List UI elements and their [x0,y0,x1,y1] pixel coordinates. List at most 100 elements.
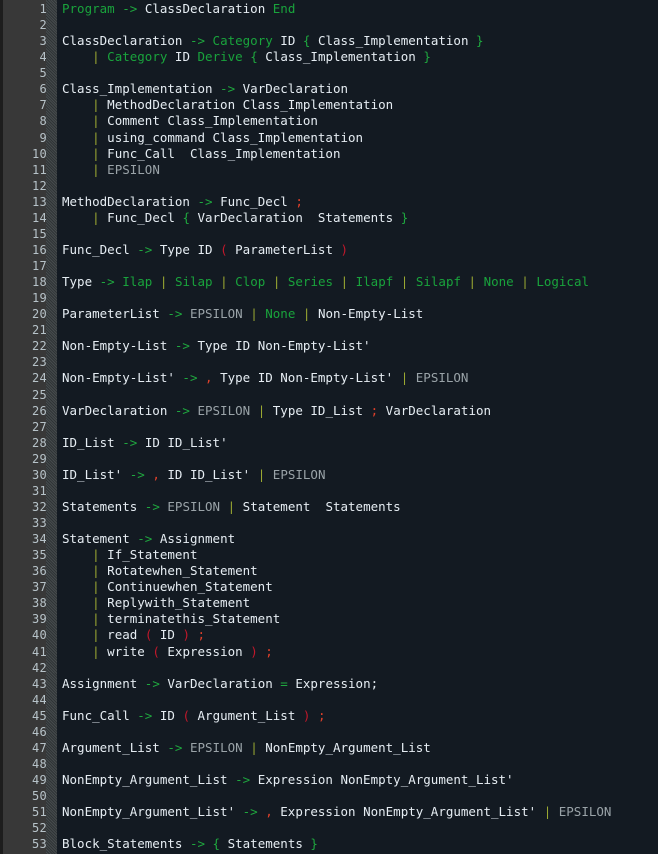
line-number: 10 [31,146,47,161]
code-line[interactable] [62,354,658,370]
code-token-kw: None [483,274,514,290]
code-line[interactable]: | Func_Decl { VarDeclaration Statements … [62,210,658,226]
code-token-kw: Program [62,1,115,16]
line-number: 53 [31,837,47,852]
code-line[interactable]: | MethodDeclaration Class_Implementation [62,97,658,113]
line-number: 7 [39,98,47,113]
code-line[interactable]: | Func_Call Class_Implementation [62,146,658,162]
line-number: 49 [31,773,47,787]
code-line[interactable]: NonEmpty_Argument_List -> Expression Non… [62,772,658,788]
line-number: 28 [31,435,47,450]
line-number: 12 [31,178,47,193]
code-line[interactable] [62,65,658,81]
code-token-nt: Assignment [62,675,138,691]
code-line[interactable]: | Continuewhen_Statement [62,579,658,595]
code-line[interactable] [62,660,658,676]
code-token-eps: EPSILON [107,161,160,177]
code-token-pr: ( [152,643,160,659]
code-line[interactable] [62,17,658,33]
code-line[interactable]: | If_Statement [62,547,658,563]
code-token-pr: ) [340,241,349,257]
code-token-pct: , [152,466,160,482]
code-line[interactable]: Argument_List -> EPSILON | NonEmpty_Argu… [62,740,658,756]
code-line[interactable]: VarDeclaration -> EPSILON | Type ID_List… [62,403,658,419]
code-line[interactable]: | using_command Class_Implementation [62,130,658,146]
code-line[interactable]: Non-Empty-List -> Type ID Non-Empty-List… [62,338,658,354]
code-line[interactable]: | terminatethis_Statement [62,611,658,627]
code-line[interactable]: | EPSILON [62,162,658,178]
code-token-pct: , [265,804,273,820]
line-number: 2 [39,18,47,33]
code-line[interactable] [62,756,658,772]
code-line[interactable] [62,820,658,836]
code-line[interactable] [62,290,658,306]
code-line[interactable] [62,419,658,435]
code-line[interactable] [62,483,658,499]
code-line[interactable]: Statements -> EPSILON | Statement Statem… [62,499,658,515]
line-number: 42 [31,660,47,675]
code-token-br: { [212,836,221,852]
code-line[interactable]: Program -> ClassDeclaration End [62,1,658,17]
code-line[interactable]: | write ( Expression ) ; [62,644,658,660]
code-token-nt: MethodDeclaration [62,193,190,209]
code-line[interactable] [62,226,658,242]
code-token-eps: EPSILON [558,804,612,820]
code-line[interactable]: ClassDeclaration -> Category ID { Class_… [62,33,658,49]
code-token-nt: Non-Empty-List' [62,370,175,386]
line-number: 16 [31,242,47,257]
code-line[interactable] [62,515,658,531]
code-token-pr: ( [220,241,228,257]
code-line[interactable]: Non-Empty-List' -> , Type ID Non-Empty-L… [62,370,658,386]
code-line[interactable]: Block_Statements -> { Statements } [62,836,658,852]
line-number: 36 [31,564,47,579]
code-line[interactable] [62,788,658,804]
code-token-pipe: | [92,161,100,177]
code-token-eq: = [280,675,288,691]
code-line[interactable]: NonEmpty_Argument_List' -> , Expression … [62,804,658,820]
code-token-nt: If_Statement [107,547,198,563]
code-token-nt: VarDeclaration [167,675,273,691]
code-line[interactable]: ID_List' -> , ID ID_List' | EPSILON [62,467,658,483]
code-token-nt: Expression NonEmpty_Argument_List' [257,772,514,787]
code-line[interactable]: | Replywith_Statement [62,595,658,611]
code-line[interactable]: | Category ID Derive { Class_Implementat… [62,49,658,65]
code-line[interactable] [62,387,658,403]
code-line[interactable] [62,692,658,708]
code-token-pipe: | [92,547,100,563]
code-line[interactable] [62,451,658,467]
code-token-nt: ParameterList [235,241,333,257]
code-content-area[interactable]: Program -> ClassDeclaration End ClassDec… [57,0,658,854]
code-token-nt: Statements [62,498,138,514]
line-number: 33 [31,516,47,530]
code-token-arr: -> [197,193,213,209]
code-line[interactable] [62,724,658,740]
code-line[interactable]: Assignment -> VarDeclaration = Expressio… [62,676,658,692]
code-line[interactable] [62,322,658,338]
code-line[interactable]: MethodDeclaration -> Func_Decl ; [62,194,658,210]
code-token-nt: Func_Call Class_Implementation [107,145,341,161]
code-line[interactable] [62,258,658,274]
line-number: 9 [39,130,47,145]
code-token-br: } [423,49,431,65]
code-token-pipe: | [227,498,236,514]
code-line[interactable]: Class_Implementation -> VarDeclaration [62,81,658,97]
code-line[interactable]: Func_Decl -> Type ID ( ParameterList ) [62,242,658,258]
code-line[interactable]: | Rotatewhen_Statement [62,563,658,579]
code-editor[interactable]: 1 2 3 4 5 6 7 8 9 10 11 12 13 14 15 16 17 18 19 20 21 22 23 24 2… [0,0,658,854]
code-token-nt: Type ID_List [272,402,364,418]
code-line[interactable]: Func_Call -> ID ( Argument_List ) ; [62,708,658,724]
code-token-nt: ID_List [62,434,115,450]
code-line[interactable]: ID_List -> ID ID_List' [62,435,658,451]
code-line[interactable]: Type -> Ilap | Silap | Clop | Series | I… [62,274,658,290]
code-token-arr: -> [189,836,206,852]
code-line[interactable]: | read ( ID ) ; [62,627,658,643]
code-token-pipe: | [257,402,266,418]
line-number: 25 [31,387,47,402]
code-line[interactable]: ParameterList -> EPSILON | None | Non-Em… [62,306,658,322]
code-token-arr: -> [122,434,138,450]
code-line[interactable] [62,178,658,194]
code-line[interactable]: | Comment Class_Implementation [62,113,658,129]
code-line[interactable]: Statement -> Assignment [62,531,658,547]
line-number: 31 [31,483,47,498]
code-token-br: } [400,209,409,225]
